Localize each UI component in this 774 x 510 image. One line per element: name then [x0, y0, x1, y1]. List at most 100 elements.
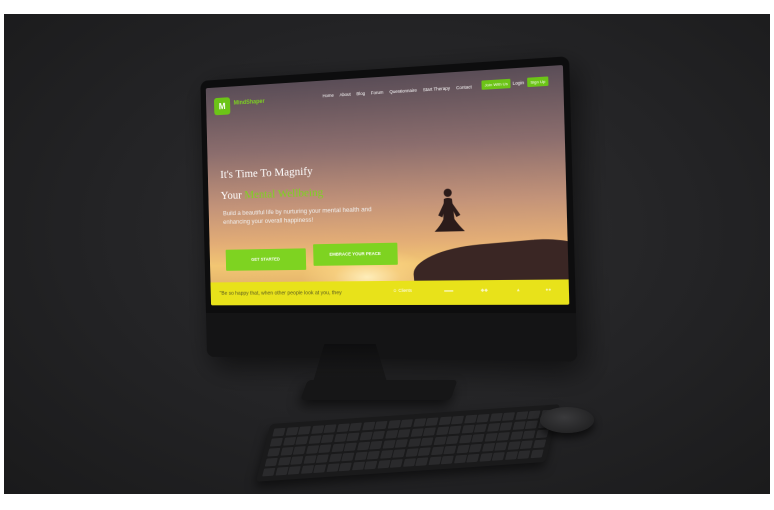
keyboard-key [377, 459, 390, 468]
keyboard-key [316, 454, 329, 463]
keyboard-key [413, 418, 426, 427]
keyboard-key [295, 436, 308, 445]
embrace-your-peace-button[interactable]: EMBRACE YOUR PEACE [313, 243, 398, 266]
keyboard-key [492, 452, 505, 461]
keyboard-key [405, 448, 418, 457]
keyboard-key [282, 437, 295, 446]
keyboard-key [403, 458, 416, 467]
keyboard-key [280, 447, 293, 456]
login-link[interactable]: Login [513, 80, 525, 86]
keyboard-key [431, 446, 444, 455]
keyboard-key [385, 430, 398, 439]
keyboard-key [262, 467, 275, 476]
keyboard-key [456, 444, 469, 453]
keyboard-key [362, 422, 375, 431]
hero-title-line2: Your Mental Wellbeing [220, 181, 323, 206]
keyboard-key [275, 466, 288, 475]
keyboard-key [354, 451, 367, 460]
clients-label: ☺ Clients [393, 288, 412, 293]
keyboard-key [382, 440, 395, 449]
client-logo-3-icon: ▲ [516, 287, 521, 292]
keyboard-key [334, 433, 347, 442]
keyboard-key [308, 435, 321, 444]
keyboard-key [510, 431, 523, 440]
nav-home-link[interactable]: Home [322, 93, 333, 99]
keyboard-key [311, 425, 324, 434]
nav-start-therapy-link[interactable]: Start Therapy [423, 86, 450, 93]
keyboard-key [464, 415, 477, 424]
keyboard-key [285, 427, 298, 436]
keyboard-key [438, 416, 451, 425]
keyboard-key [436, 426, 449, 435]
brand-name[interactable]: MindShaper [234, 99, 265, 107]
keyboard-key [305, 445, 318, 454]
keyboard-key [341, 452, 354, 461]
keyboard-key [505, 451, 518, 460]
keyboard-key [390, 459, 403, 468]
keyboard-key [523, 430, 536, 439]
hero-title-accent: Mental Wellbeing [244, 185, 323, 201]
keyboard-key [387, 420, 400, 429]
client-logo-1-icon: ▬▬ [444, 288, 453, 293]
nav-blog-link[interactable]: Blog [356, 91, 365, 96]
keyboard-key [428, 456, 441, 465]
keyboard-key [352, 461, 365, 470]
imac-monitor: M MindShaper Home About Blog Forum Quest… [189, 69, 589, 379]
keyboard-key [344, 442, 357, 451]
keyboard-key [410, 428, 423, 437]
keyboard-key [451, 416, 464, 425]
site-navbar: M MindShaper Home About Blog Forum Quest… [206, 65, 564, 126]
keyboard-key [267, 448, 280, 457]
keyboard-key [300, 465, 313, 474]
keyboard-key [454, 454, 467, 463]
monitor-stand-foot [300, 380, 457, 400]
keyboard-key [359, 432, 372, 441]
keyboard-key [395, 439, 408, 448]
keyboard-key [331, 443, 344, 452]
keyboard-key [469, 443, 482, 452]
keyboard-key [270, 438, 283, 447]
keyboard-key [329, 453, 342, 462]
keyboard-key [530, 449, 543, 458]
nav-links: Home About Blog Forum Questionnaire Star… [322, 84, 472, 98]
client-logo-4-icon: ●● [545, 287, 551, 292]
get-started-button[interactable]: GET STARTED [226, 248, 307, 270]
mindshaper-logo-icon[interactable]: M [214, 97, 230, 115]
meditating-woman-silhouette [431, 184, 467, 246]
keyboard-key [374, 421, 387, 430]
keyboard-key [507, 441, 520, 450]
keyboard-key [400, 419, 413, 428]
hero-title-prefix: Your [221, 188, 245, 202]
join-with-us-button[interactable]: Join With Us [481, 79, 511, 90]
photo-backdrop: M MindShaper Home About Blog Forum Quest… [4, 14, 770, 494]
keyboard-key [298, 426, 311, 435]
keyboard-key [489, 413, 502, 422]
keyboard-key [520, 440, 533, 449]
keyboard-key [408, 438, 421, 447]
mouse [540, 407, 594, 433]
nav-about-link[interactable]: About [339, 92, 350, 98]
keyboard-key [364, 460, 377, 469]
keyboard-key [477, 414, 490, 423]
nav-questionnaire-link[interactable]: Questionnaire [389, 88, 417, 95]
keyboard-key [461, 425, 474, 434]
keyboard-key [369, 441, 382, 450]
keyboard-key [441, 455, 454, 464]
keyboard-key [444, 445, 457, 454]
smiley-icon: ☺ [393, 288, 398, 293]
sign-up-button[interactable]: Sign Up [527, 76, 549, 87]
keyboard-key [535, 429, 548, 438]
keyboard-key [502, 412, 515, 421]
keyboard-key [397, 429, 410, 438]
keyboard-key [433, 436, 446, 445]
keyboard-key [313, 464, 326, 473]
website-screen: M MindShaper Home About Blog Forum Quest… [206, 65, 570, 305]
nav-forum-link[interactable]: Forum [371, 90, 384, 96]
keyboard-key [449, 425, 462, 434]
keyboard [256, 404, 560, 482]
keyboard-key [484, 433, 497, 442]
keyboard-key [326, 463, 339, 472]
nav-contact-link[interactable]: Contact [456, 84, 472, 90]
keyboard-key [346, 432, 359, 441]
band-quote: "Be so happy that, when other people loo… [220, 290, 342, 296]
